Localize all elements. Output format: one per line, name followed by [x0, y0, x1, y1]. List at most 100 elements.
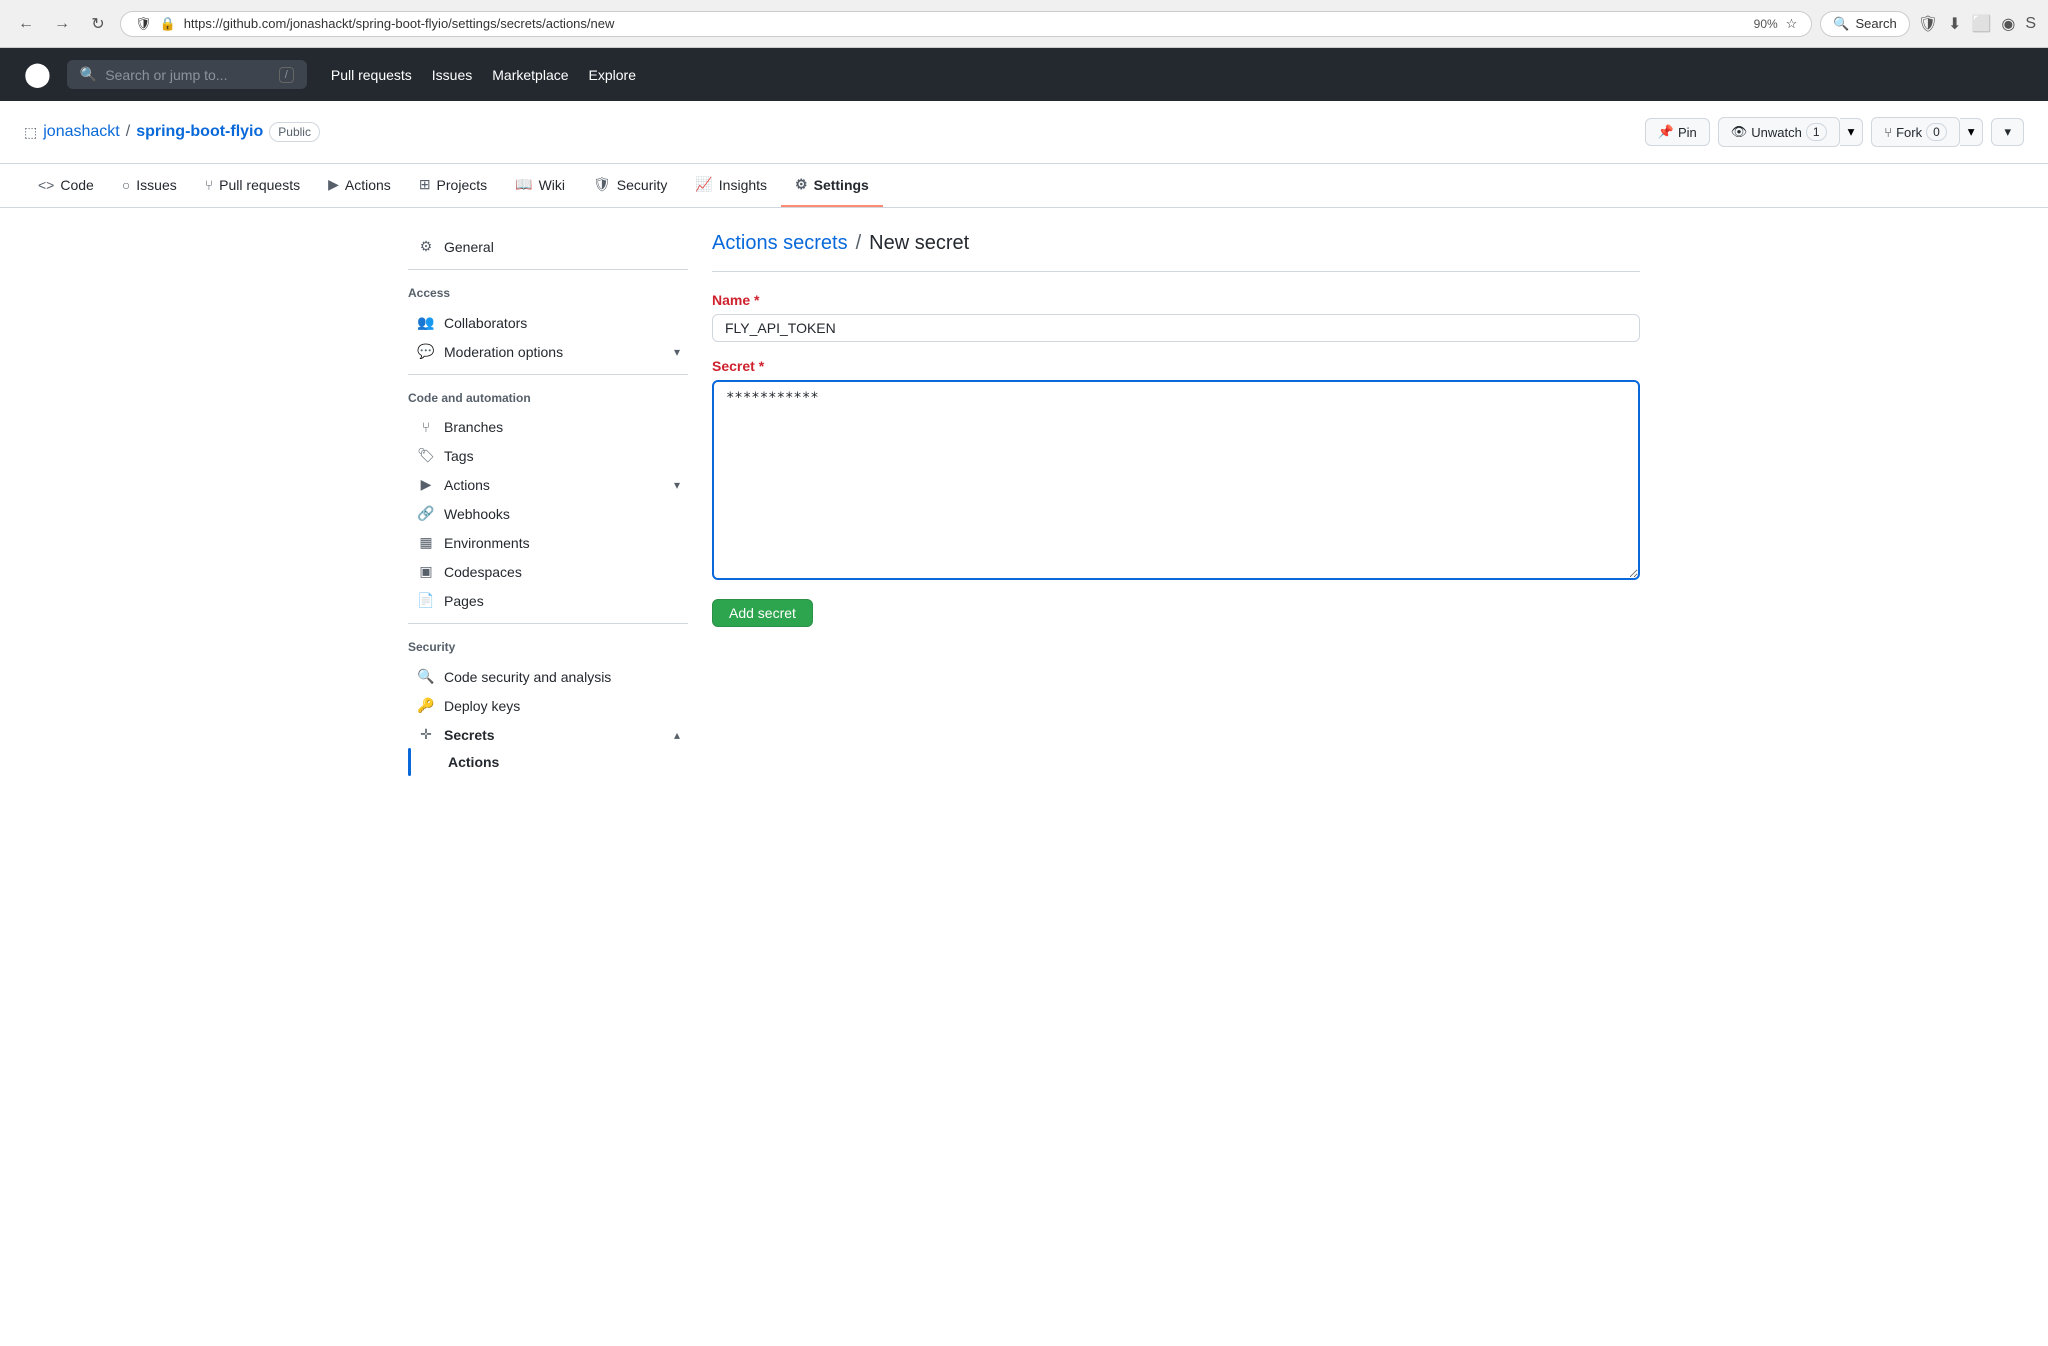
nav-explore[interactable]: Explore	[589, 67, 636, 83]
repo-name[interactable]: spring-boot-flyio	[136, 123, 263, 141]
sidebar-divider-2	[408, 374, 688, 375]
sidebar-item-moderation[interactable]: 💬 Moderation options ▾	[408, 337, 688, 366]
nav-security[interactable]: 🛡 Security	[579, 164, 681, 207]
sidebar-general-section: ⚙ General	[408, 232, 688, 261]
pin-label: Pin	[1678, 125, 1697, 140]
sidebar-deploy-keys-label: Deploy keys	[444, 698, 680, 714]
global-search[interactable]: 🔍 Search or jump to... /	[67, 60, 307, 89]
code-icon: <>	[38, 177, 54, 193]
nav-insights-label: Insights	[719, 177, 767, 193]
visibility-badge: Public	[269, 122, 320, 142]
sidebar-access-heading: Access	[408, 278, 688, 304]
search-kbd: /	[279, 67, 294, 83]
nav-issues[interactable]: Issues	[432, 67, 472, 83]
eye-icon: 👁	[1731, 124, 1748, 140]
sidebar-item-tags[interactable]: 🏷 Tags	[408, 441, 688, 470]
sidebar-security-section: Security 🔍 Code security and analysis 🔑 …	[408, 632, 688, 775]
nav-issues[interactable]: ○ Issues	[108, 165, 191, 207]
chevron-down-icon-2: ▾	[674, 478, 680, 492]
download-icon: ⬇	[1948, 14, 1961, 34]
shield-toolbar-icon: 🛡	[1918, 14, 1938, 34]
security-icon: 🛡	[593, 176, 611, 193]
secret-label: Secret *	[712, 358, 1640, 374]
browser-search[interactable]: 🔍 Search	[1820, 11, 1909, 37]
sidebar-codespaces-label: Codespaces	[444, 564, 680, 580]
global-nav: Pull requests Issues Marketplace Explore	[331, 67, 636, 83]
sidebar-secrets-label: Secrets	[444, 727, 666, 743]
sidebar-item-deploy-keys[interactable]: 🔑 Deploy keys	[408, 691, 688, 720]
fork-button[interactable]: ⑂ Fork 0	[1871, 117, 1960, 147]
nav-actions[interactable]: ▶ Actions	[314, 164, 405, 207]
sidebar-item-webhooks[interactable]: 🔗 Webhooks	[408, 499, 688, 528]
search-icon: 🔍	[1833, 16, 1849, 32]
actions-icon: ▶	[328, 176, 339, 193]
branch-icon: ⑂	[416, 419, 436, 435]
browser-toolbar: 🛡 ⬇ ⬜ ◉ S	[1918, 14, 2036, 34]
github-logo[interactable]: ⬤	[24, 60, 51, 89]
secret-input[interactable]: ***********	[712, 380, 1640, 580]
nav-projects-label: Projects	[437, 177, 488, 193]
nav-projects[interactable]: ⊞ Projects	[405, 164, 501, 207]
sidebar-item-pages[interactable]: 📄 Pages	[408, 586, 688, 615]
address-bar[interactable]: 🛡 🔒 https://github.com/jonashackt/spring…	[120, 11, 1812, 37]
fork-count: 0	[1926, 123, 1947, 141]
reload-button[interactable]: ↻	[84, 10, 112, 38]
settings-icon: ⚙	[795, 176, 808, 193]
repo-nav: <> Code ○ Issues ⑂ Pull requests ▶ Actio…	[0, 164, 2048, 208]
repo-icon: ⬚	[24, 124, 37, 141]
pin-button[interactable]: 📌 Pin	[1645, 118, 1710, 146]
nav-marketplace[interactable]: Marketplace	[492, 67, 568, 83]
nav-pr-label: Pull requests	[219, 177, 300, 193]
main-layout: ⚙ General Access 👥 Collaborators 💬 Moder…	[384, 208, 1664, 807]
breadcrumb-current: New secret	[869, 232, 969, 255]
back-button[interactable]: ←	[12, 10, 40, 38]
more-button[interactable]: ▾	[1991, 118, 2024, 146]
sidebar-divider-1	[408, 269, 688, 270]
unwatch-dropdown[interactable]: ▾	[1840, 118, 1864, 146]
nav-code[interactable]: <> Code	[24, 165, 108, 207]
repo-header: ⬚ jonashackt / spring-boot-flyio Public …	[0, 101, 2048, 164]
sidebar-sub-section: Actions	[408, 749, 688, 775]
forward-button[interactable]: →	[48, 10, 76, 38]
lock-icon: 🔒	[160, 16, 176, 32]
sidebar-item-general[interactable]: ⚙ General	[408, 232, 688, 261]
nav-pull-requests[interactable]: Pull requests	[331, 67, 412, 83]
repo-actions: 📌 Pin 👁 Unwatch 1 ▾ ⑂ Fork 0 ▾ ▾	[1645, 117, 2024, 147]
profile-icon: S	[2025, 15, 2036, 33]
secret-field-group: Secret * ***********	[712, 358, 1640, 583]
main-content: Actions secrets / New secret Name * Secr…	[712, 232, 1640, 783]
nav-pull-requests[interactable]: ⑂ Pull requests	[191, 165, 314, 207]
chevron-up-icon: ▴	[674, 728, 680, 742]
browser-search-label: Search	[1856, 16, 1897, 31]
sidebar-item-actions[interactable]: ▶ Actions ▾	[408, 470, 688, 499]
chevron-down-icon: ▾	[674, 345, 680, 359]
sidebar-item-branches[interactable]: ⑂ Branches	[408, 413, 688, 441]
add-secret-button[interactable]: Add secret	[712, 599, 813, 627]
sidebar-code-heading: Code and automation	[408, 383, 688, 409]
nav-wiki[interactable]: 📖 Wiki	[501, 164, 579, 207]
sidebar-item-codespaces[interactable]: ▣ Codespaces	[408, 557, 688, 586]
zoom-level: 90%	[1754, 17, 1778, 31]
unwatch-button[interactable]: 👁 Unwatch 1	[1718, 117, 1840, 147]
nav-insights[interactable]: 📈 Insights	[681, 164, 781, 207]
fork-dropdown[interactable]: ▾	[1960, 118, 1984, 146]
unwatch-label: Unwatch	[1751, 125, 1802, 140]
sidebar-moderation-label: Moderation options	[444, 344, 666, 360]
sidebar-item-collaborators[interactable]: 👥 Collaborators	[408, 308, 688, 337]
sidebar-actions-label: Actions	[444, 477, 666, 493]
name-label: Name *	[712, 292, 1640, 308]
sidebar-item-secrets[interactable]: ✛ Secrets ▴	[408, 720, 688, 749]
sidebar-code-section: Code and automation ⑂ Branches 🏷 Tags ▶ …	[408, 383, 688, 615]
sidebar-webhooks-label: Webhooks	[444, 506, 680, 522]
nav-code-label: Code	[60, 177, 93, 193]
sidebar-item-code-security[interactable]: 🔍 Code security and analysis	[408, 662, 688, 691]
insights-icon: 📈	[695, 176, 712, 193]
sidebar-item-actions-sub[interactable]: Actions	[416, 749, 688, 775]
nav-wiki-label: Wiki	[539, 177, 565, 193]
nav-settings[interactable]: ⚙ Settings	[781, 164, 883, 207]
sidebar-general-label: General	[444, 239, 680, 255]
repo-owner[interactable]: jonashackt	[43, 123, 120, 141]
sidebar-item-environments[interactable]: ▦ Environments	[408, 528, 688, 557]
breadcrumb-link[interactable]: Actions secrets	[712, 232, 848, 255]
name-input[interactable]	[712, 314, 1640, 342]
